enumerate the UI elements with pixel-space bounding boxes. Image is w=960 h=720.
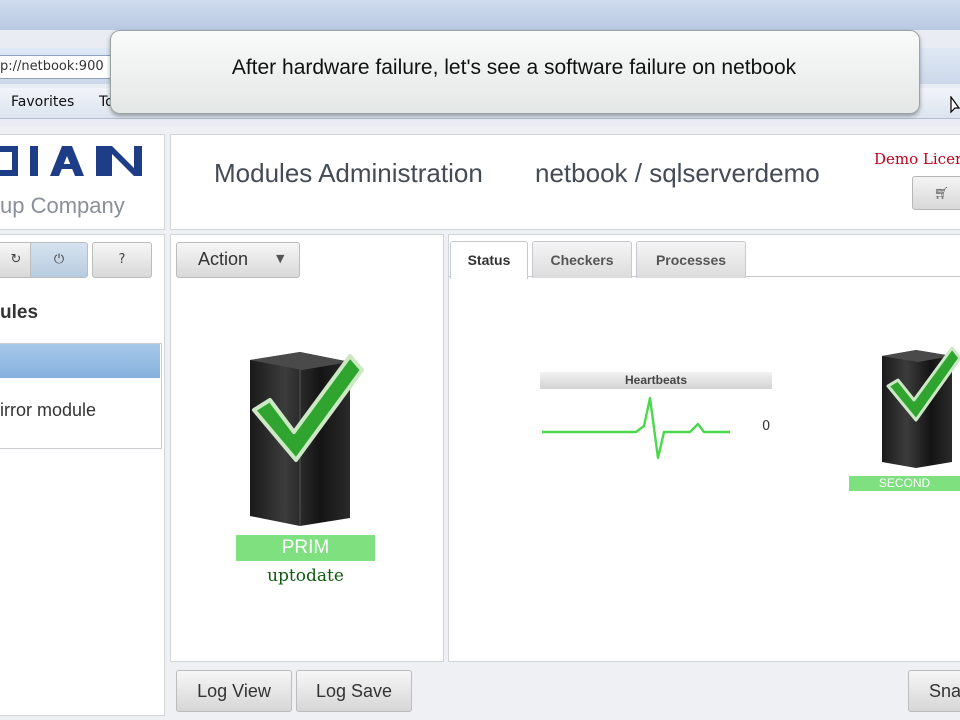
caption-text: After hardware failure, let's see a soft… (231, 56, 797, 79)
mouse-cursor-icon (950, 96, 960, 114)
browser-title-bar (0, 0, 960, 30)
heartbeat-count: 0 (762, 419, 771, 434)
company-logo (0, 146, 142, 176)
modules-heading: ules (0, 302, 39, 323)
refresh-icon: ↻ (10, 252, 22, 267)
tab-processes[interactable]: Processes (636, 241, 746, 278)
license-notice: Demo Licen (874, 150, 960, 168)
power-icon: ⏻ (53, 252, 65, 267)
primary-server-icon (250, 352, 364, 526)
primary-node-status: uptodate (267, 566, 344, 586)
menu-item-favorites[interactable]: Favorites (11, 94, 74, 110)
logo-subtitle: up Company (0, 193, 125, 218)
help-button[interactable]: ? (92, 242, 152, 278)
tab-checkers[interactable]: Checkers (532, 241, 632, 278)
page-title: Modules Administration (214, 158, 483, 188)
secondary-server-icon (882, 346, 960, 468)
primary-node-label: PRIM (236, 535, 375, 561)
action-button-label: Action (198, 249, 249, 269)
tab-status[interactable]: Status (450, 241, 528, 279)
cart-icon: 🛒︎ (934, 186, 950, 200)
module-list-item-mirror[interactable]: irror module (0, 400, 96, 421)
help-icon: ? (118, 252, 126, 267)
chevron-down-icon: ▼ (276, 252, 285, 265)
log-save-button[interactable]: Log Save (296, 670, 412, 712)
heartbeats-title: Heartbeats (540, 372, 772, 389)
snapshot-button[interactable]: Snap (908, 670, 960, 712)
secondary-node-label: SECOND (849, 476, 960, 491)
cluster-context-label: netbook / sqlserverdemo (535, 158, 820, 188)
power-button[interactable]: ⏻ (30, 242, 88, 278)
heartbeat-wave-icon (542, 396, 730, 460)
log-view-button[interactable]: Log View (176, 670, 292, 712)
module-list-item-selected[interactable] (0, 344, 160, 378)
